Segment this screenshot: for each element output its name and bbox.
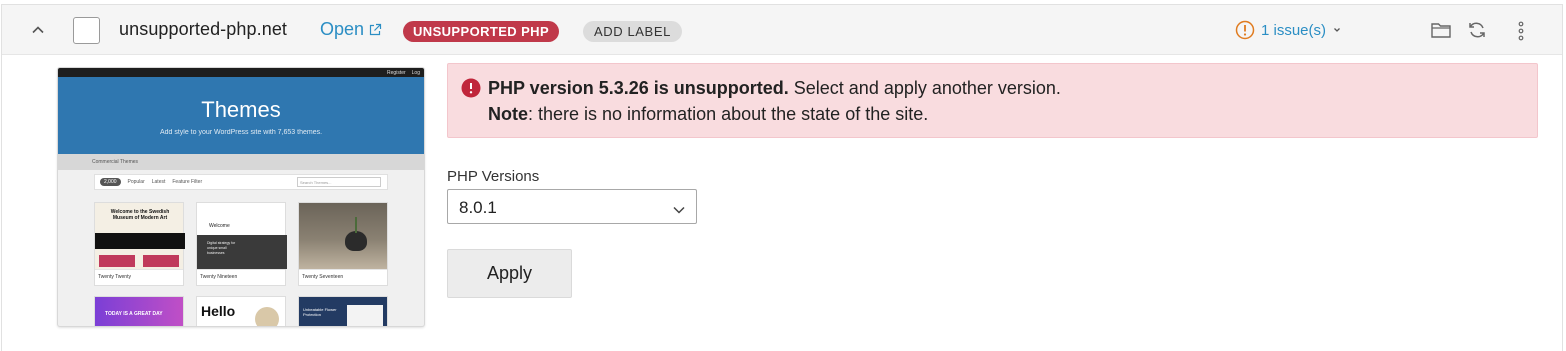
select-site-checkbox[interactable]: [73, 17, 100, 44]
thumb-theme-card: Hello: [196, 296, 286, 326]
alert-note-label: Note: [488, 104, 528, 124]
thumb-strip: Commercial Themes: [58, 154, 424, 170]
thumb-card-headline: Hello: [201, 303, 236, 319]
issues-dropdown[interactable]: 1 issue(s): [1235, 20, 1342, 40]
external-link-icon: [369, 23, 382, 36]
thumb-hero: Themes Add style to your WordPress site …: [58, 77, 424, 154]
thumb-card-banner: TODAY IS A GREAT DAY: [105, 311, 163, 317]
alert-line-1-rest: Select and apply another version.: [788, 78, 1061, 98]
thumb-card-caption: Twenty Nineteen: [197, 269, 285, 284]
alert-line-2: Note: there is no information about the …: [488, 104, 928, 125]
thumb-feature-filter: Feature Filter: [172, 179, 203, 185]
php-version-value: 8.0.1: [459, 198, 497, 217]
thumb-card-headline: Welcome: [209, 223, 230, 229]
thumb-card-headline: Unbeatable Flower Protection: [303, 307, 337, 317]
thumb-theme-card: Welcome to the Swedish Museum of Modern …: [94, 202, 185, 286]
open-link-label: Open: [320, 19, 365, 39]
thumb-tab-popular: Popular: [127, 179, 145, 185]
alert-line-1: PHP version 5.3.26 is unsupported. Selec…: [488, 78, 1061, 99]
site-domain: unsupported-php.net: [119, 19, 288, 39]
thumb-tab-latest: Latest: [151, 179, 166, 185]
thumb-login-link: Log: [411, 69, 420, 76]
thumb-theme-card: Unbeatable Flower Protection: [298, 296, 388, 326]
alert-line-1-bold: PHP version 5.3.26 is unsupported.: [488, 78, 789, 98]
folder-icon[interactable]: [1430, 20, 1452, 45]
chevron-down-icon: [1334, 28, 1340, 32]
open-site-link[interactable]: Open: [320, 19, 382, 40]
thumb-register-link: Register: [387, 69, 406, 76]
warning-circle-icon: [1235, 20, 1255, 40]
alert-line-2-rest: : there is no information about the stat…: [528, 104, 929, 124]
status-badge: UNSUPPORTED PHP: [403, 21, 560, 42]
php-version-select[interactable]: 8.0.1: [447, 189, 697, 224]
thumb-theme-card: Welcome Digital strategy for unique smal…: [196, 202, 287, 286]
thumb-search: Search Themes...: [297, 177, 381, 187]
thumb-card-caption: Twenty Twenty: [95, 269, 183, 284]
thumb-theme-card: Twenty Seventeen: [298, 202, 388, 286]
site-screenshot-thumbnail[interactable]: Register Log Themes Add style to your Wo…: [57, 67, 425, 327]
issues-count: 1 issue(s): [1261, 21, 1327, 39]
unsupported-php-alert: PHP version 5.3.26 is unsupported. Selec…: [447, 63, 1538, 138]
refresh-icon[interactable]: [1466, 20, 1488, 45]
php-versions-label: PHP Versions: [447, 168, 540, 185]
add-label-button[interactable]: ADD LABEL: [583, 21, 682, 42]
thumb-count-pill: 2,000: [100, 178, 121, 186]
site-card-header: unsupported-php.net Open UNSUPPORTED PHP…: [2, 5, 1562, 55]
thumb-card-subtext: Digital strategy for unique small busine…: [207, 241, 236, 255]
chevron-down-icon: [672, 202, 686, 220]
thumb-topbar: Register Log: [58, 68, 424, 77]
thumb-hero-title: Themes: [201, 97, 281, 122]
thumb-filter-bar: 2,000 Popular Latest Feature Filter Sear…: [94, 174, 388, 190]
thumb-theme-card: TODAY IS A GREAT DAY: [94, 296, 184, 326]
apply-button[interactable]: Apply: [447, 249, 572, 298]
thumb-card-headline: Welcome to the Swedish Museum of Modern …: [110, 209, 170, 221]
chevron-up-icon[interactable]: [30, 22, 46, 38]
thumb-card-caption: Twenty Seventeen: [299, 269, 387, 284]
thumb-hero-subtitle: Add style to your WordPress site with 7,…: [159, 129, 323, 136]
more-vertical-icon[interactable]: [1514, 20, 1528, 47]
error-circle-icon: [461, 78, 481, 103]
